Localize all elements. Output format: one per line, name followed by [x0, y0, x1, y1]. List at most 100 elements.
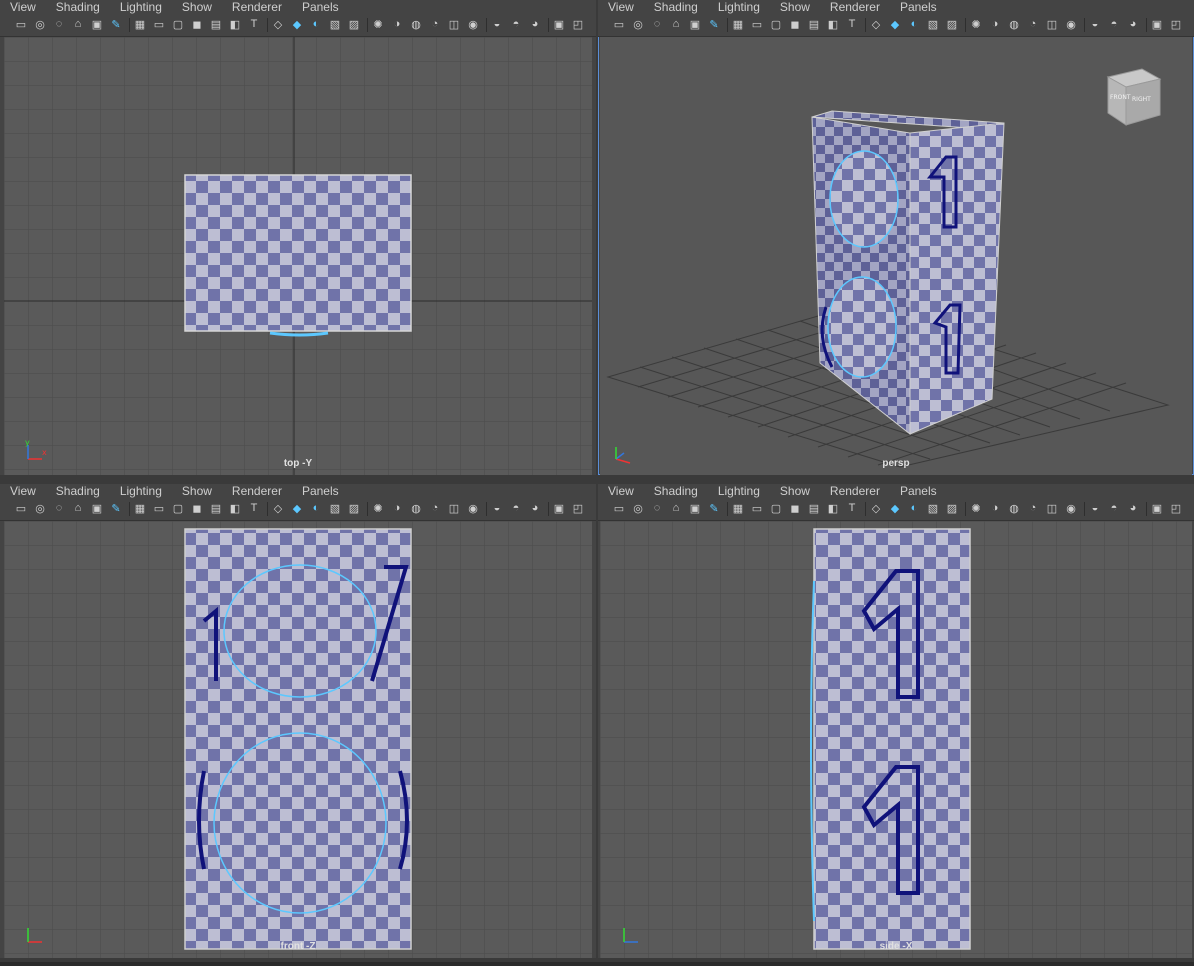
menu-panels[interactable]: Panels: [292, 0, 339, 14]
xray-icon[interactable]: ◓: [1107, 17, 1121, 31]
bookmark-icon[interactable]: ◌: [52, 501, 66, 515]
menu-renderer[interactable]: Renderer: [820, 0, 880, 14]
screen-space-ao-icon[interactable]: ◍: [409, 17, 423, 31]
stereo-icon[interactable]: ◰: [571, 17, 585, 31]
safe-title-icon[interactable]: T: [845, 17, 859, 31]
menu-renderer[interactable]: Renderer: [820, 484, 880, 498]
menu-shading[interactable]: Shading: [644, 0, 698, 14]
smooth-shade-icon[interactable]: ◆: [888, 17, 902, 31]
safe-title-icon[interactable]: T: [247, 17, 261, 31]
menu-view[interactable]: View: [0, 484, 36, 498]
textured-icon[interactable]: ▨: [347, 501, 361, 515]
menu-view[interactable]: View: [598, 484, 634, 498]
default-material-icon[interactable]: ◐: [309, 501, 323, 515]
gate-mask-icon[interactable]: ◼: [788, 17, 802, 31]
multisample-aa-icon[interactable]: ◫: [447, 501, 461, 515]
panel-layout-icon[interactable]: ▣: [552, 501, 566, 515]
wireframe-on-shaded-icon[interactable]: ▧: [328, 17, 342, 31]
2d-pan-icon[interactable]: ▣: [90, 501, 104, 515]
depth-of-field-icon[interactable]: ◉: [1064, 501, 1078, 515]
multisample-aa-icon[interactable]: ◫: [1045, 17, 1059, 31]
view-cube[interactable]: FRONT RIGHT: [1098, 65, 1164, 127]
menu-show[interactable]: Show: [172, 484, 212, 498]
gate-mask-icon[interactable]: ◼: [788, 501, 802, 515]
menu-lighting[interactable]: Lighting: [708, 484, 760, 498]
textured-icon[interactable]: ▨: [945, 17, 959, 31]
textured-icon[interactable]: ▨: [347, 17, 361, 31]
menu-show[interactable]: Show: [770, 484, 810, 498]
wireframe-on-shaded-icon[interactable]: ▧: [926, 501, 940, 515]
safe-action-icon[interactable]: ◧: [826, 17, 840, 31]
menu-lighting[interactable]: Lighting: [708, 0, 760, 14]
smooth-shade-icon[interactable]: ◆: [290, 501, 304, 515]
menu-lighting[interactable]: Lighting: [110, 0, 162, 14]
menu-lighting[interactable]: Lighting: [110, 484, 162, 498]
isolate-select-icon[interactable]: ◒: [1088, 17, 1102, 31]
smooth-shade-icon[interactable]: ◆: [290, 17, 304, 31]
grid-icon[interactable]: ▦: [133, 17, 147, 31]
xray-joints-icon[interactable]: ◕: [528, 17, 542, 31]
grid-icon[interactable]: ▦: [731, 17, 745, 31]
menu-shading[interactable]: Shading: [644, 484, 698, 498]
panel-layout-icon[interactable]: ▣: [552, 17, 566, 31]
2d-pan-icon[interactable]: ▣: [90, 17, 104, 31]
2d-pan-icon[interactable]: ▣: [688, 501, 702, 515]
viewport-side[interactable]: side -X: [600, 521, 1192, 958]
xray-joints-icon[interactable]: ◕: [528, 501, 542, 515]
screen-space-ao-icon[interactable]: ◍: [409, 501, 423, 515]
film-gate-icon[interactable]: ▭: [750, 17, 764, 31]
motion-blur-icon[interactable]: ◔: [1026, 501, 1040, 515]
viewport-front[interactable]: front -Z: [4, 521, 592, 958]
stereo-icon[interactable]: ◰: [571, 501, 585, 515]
2d-pan-icon[interactable]: ▣: [688, 17, 702, 31]
depth-of-field-icon[interactable]: ◉: [1064, 17, 1078, 31]
multisample-aa-icon[interactable]: ◫: [1045, 501, 1059, 515]
wireframe-icon[interactable]: ◇: [869, 17, 883, 31]
menu-shading[interactable]: Shading: [46, 484, 100, 498]
shadows-icon[interactable]: ◑: [390, 501, 404, 515]
bookmark-icon[interactable]: ◌: [52, 17, 66, 31]
wireframe-icon[interactable]: ◇: [271, 501, 285, 515]
field-chart-icon[interactable]: ▤: [209, 17, 223, 31]
safe-action-icon[interactable]: ◧: [826, 501, 840, 515]
image-plane-icon[interactable]: ⌂: [71, 17, 85, 31]
default-material-icon[interactable]: ◐: [907, 501, 921, 515]
grid-icon[interactable]: ▦: [731, 501, 745, 515]
shadows-icon[interactable]: ◑: [988, 17, 1002, 31]
viewport-persp[interactable]: FRONT RIGHT persp: [600, 37, 1192, 475]
camera-icon[interactable]: ▭: [612, 17, 626, 31]
stereo-icon[interactable]: ◰: [1169, 501, 1183, 515]
menu-renderer[interactable]: Renderer: [222, 484, 282, 498]
stereo-icon[interactable]: ◰: [1169, 17, 1183, 31]
menu-show[interactable]: Show: [770, 0, 810, 14]
menu-panels[interactable]: Panels: [890, 484, 937, 498]
panel-layout-icon[interactable]: ▣: [1150, 501, 1164, 515]
isolate-select-icon[interactable]: ◒: [490, 501, 504, 515]
bookmark-icon[interactable]: ◌: [650, 501, 664, 515]
image-plane-icon[interactable]: ⌂: [669, 17, 683, 31]
image-plane-icon[interactable]: ⌂: [71, 501, 85, 515]
resolution-gate-icon[interactable]: ▢: [171, 17, 185, 31]
grease-pencil-icon[interactable]: ✎: [109, 501, 123, 515]
isolate-select-icon[interactable]: ◒: [1088, 501, 1102, 515]
film-gate-icon[interactable]: ▭: [750, 501, 764, 515]
menu-renderer[interactable]: Renderer: [222, 0, 282, 14]
safe-title-icon[interactable]: T: [247, 501, 261, 515]
motion-blur-icon[interactable]: ◔: [1026, 17, 1040, 31]
safe-action-icon[interactable]: ◧: [228, 17, 242, 31]
shadows-icon[interactable]: ◑: [988, 501, 1002, 515]
resolution-gate-icon[interactable]: ▢: [769, 501, 783, 515]
screen-space-ao-icon[interactable]: ◍: [1007, 501, 1021, 515]
menu-panels[interactable]: Panels: [292, 484, 339, 498]
screen-space-ao-icon[interactable]: ◍: [1007, 17, 1021, 31]
wireframe-icon[interactable]: ◇: [271, 17, 285, 31]
gate-mask-icon[interactable]: ◼: [190, 501, 204, 515]
wireframe-icon[interactable]: ◇: [869, 501, 883, 515]
xray-icon[interactable]: ◓: [509, 501, 523, 515]
film-gate-icon[interactable]: ▭: [152, 17, 166, 31]
multisample-aa-icon[interactable]: ◫: [447, 17, 461, 31]
grease-pencil-icon[interactable]: ✎: [707, 501, 721, 515]
smooth-shade-icon[interactable]: ◆: [888, 501, 902, 515]
xray-joints-icon[interactable]: ◕: [1126, 17, 1140, 31]
isolate-select-icon[interactable]: ◒: [490, 17, 504, 31]
